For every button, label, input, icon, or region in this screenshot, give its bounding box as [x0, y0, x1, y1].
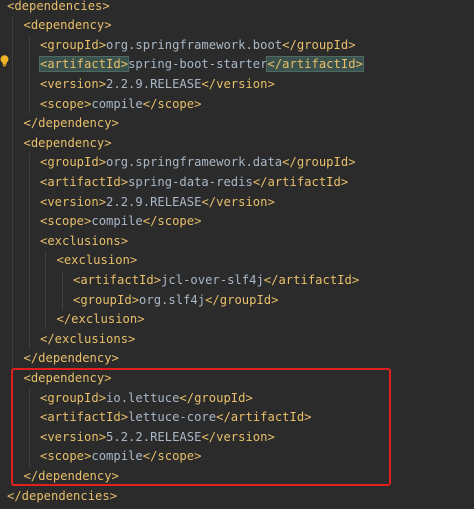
xml-open-tag: <exclusion> — [56, 253, 138, 268]
code-line[interactable]: <artifactId>spring-boot-starter</artifac… — [38, 55, 364, 75]
xml-open-tag: <version> — [40, 194, 107, 209]
xml-open-tag: <version> — [40, 76, 107, 91]
xml-open-tag: <groupId> — [40, 37, 107, 52]
xml-text: compile — [91, 214, 143, 229]
xml-text: spring-boot-starter — [128, 57, 268, 72]
xml-open-tag: <scope> — [40, 214, 92, 229]
xml-open-tag: <dependency> — [23, 135, 112, 150]
code-line[interactable]: <scope>compile</scope> — [40, 212, 201, 232]
xml-close-tag: </version> — [201, 194, 275, 209]
code-line[interactable]: </exclusions> — [40, 330, 135, 350]
indent-guide — [45, 251, 46, 330]
code-line[interactable]: <groupId>org.slf4j</groupId> — [73, 291, 278, 311]
code-line[interactable]: <groupId>org.springframework.boot</group… — [40, 36, 356, 56]
xml-open-tag: <artifactId> — [73, 272, 162, 287]
indent-guide — [28, 35, 30, 115]
xml-open-tag: </dependency> — [23, 351, 119, 366]
xml-open-tag: </exclusions> — [40, 331, 136, 346]
code-line[interactable]: <dependencies> — [7, 0, 110, 16]
xml-open-tag: <dependency> — [23, 18, 112, 33]
code-line[interactable]: <artifactId>jcl-over-slf4j</artifactId> — [73, 271, 359, 291]
xml-open-tag: <dependencies> — [7, 0, 110, 13]
indent-guide — [61, 270, 63, 311]
code-line[interactable]: <exclusion> — [57, 251, 138, 271]
xml-open-tag: <exclusions> — [40, 233, 129, 248]
indent-guide — [28, 153, 30, 350]
xml-open-tag: <artifactId> — [38, 56, 130, 73]
xml-close-tag: </artifactId> — [263, 272, 360, 287]
code-line[interactable]: </dependency> — [24, 114, 119, 134]
code-line[interactable]: <version>2.2.9.RELEASE</version> — [40, 193, 275, 213]
xml-text: jcl-over-slf4j — [161, 272, 264, 287]
xml-text: 2.2.9.RELEASE — [106, 76, 202, 91]
xml-text: org.springframework.boot — [106, 37, 283, 52]
xml-close-tag: </groupId> — [205, 292, 279, 307]
xml-text: 2.2.9.RELEASE — [106, 194, 202, 209]
lettuce-dependency-highlight — [11, 368, 391, 486]
xml-close-tag: </version> — [201, 76, 275, 91]
code-line[interactable]: </dependencies> — [7, 487, 117, 507]
xml-close-tag: </artifactId> — [266, 56, 364, 73]
xml-close-tag: </groupId> — [282, 37, 356, 52]
code-line[interactable]: </exclusion> — [57, 310, 145, 330]
xml-open-tag: </exclusion> — [56, 312, 145, 327]
code-line[interactable]: <groupId>org.springframework.data</group… — [40, 153, 356, 173]
xml-open-tag: <groupId> — [73, 292, 140, 307]
xml-open-tag: </dependencies> — [7, 488, 118, 503]
xml-text: spring-data-redis — [128, 174, 253, 189]
code-line[interactable]: <dependency> — [24, 16, 112, 36]
xml-close-tag: </scope> — [142, 214, 202, 229]
xml-text: org.slf4j — [139, 292, 206, 307]
code-editor[interactable]: <dependencies> <dependency> <groupId>org.s… — [0, 0, 474, 509]
code-line[interactable]: <exclusions> — [40, 232, 128, 252]
code-line[interactable]: <version>2.2.9.RELEASE</version> — [40, 75, 275, 95]
xml-open-tag: </dependency> — [23, 116, 119, 131]
code-line[interactable]: <artifactId>spring-data-redis</artifactI… — [40, 173, 348, 193]
code-line[interactable]: <dependency> — [24, 134, 112, 154]
xml-close-tag: </artifactId> — [252, 174, 349, 189]
xml-open-tag: <scope> — [40, 96, 92, 111]
xml-open-tag: <groupId> — [40, 155, 107, 170]
code-line[interactable]: <scope>compile</scope> — [40, 95, 201, 115]
lightbulb-icon[interactable] — [0, 55, 9, 67]
xml-close-tag: </scope> — [142, 96, 202, 111]
xml-open-tag: <artifactId> — [40, 174, 129, 189]
code-line[interactable]: </dependency> — [24, 349, 119, 369]
xml-text: org.springframework.data — [106, 155, 283, 170]
xml-close-tag: </groupId> — [282, 155, 356, 170]
xml-text: compile — [91, 96, 143, 111]
